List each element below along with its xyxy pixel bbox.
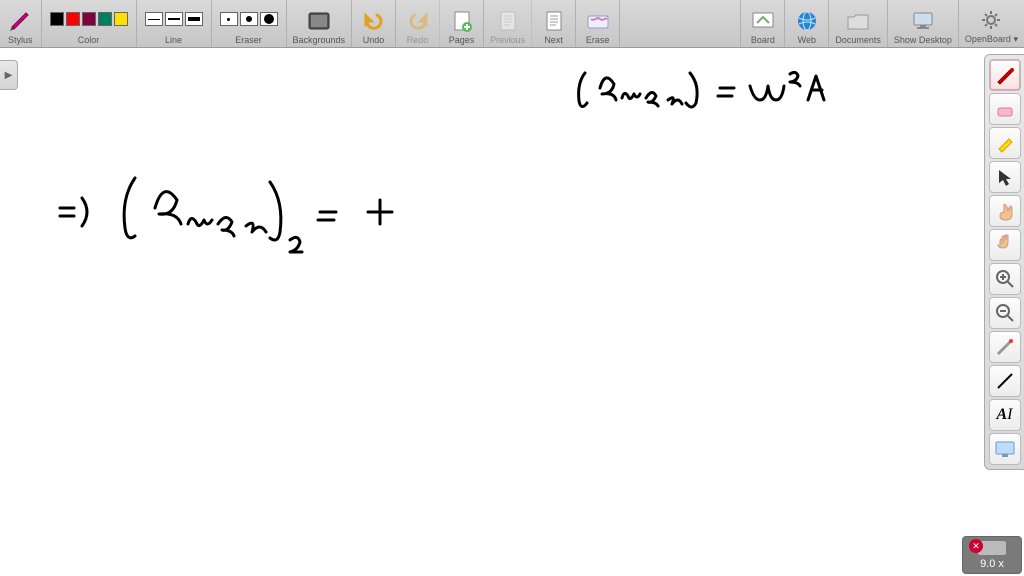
hand-tool-button[interactable] — [989, 229, 1021, 261]
chevron-down-icon: ▾ — [1013, 34, 1018, 44]
laser-tool-button[interactable] — [989, 331, 1021, 363]
line-thick-icon[interactable] — [185, 12, 203, 26]
highlighter-tool-button[interactable] — [989, 127, 1021, 159]
zoom-indicator[interactable]: ✕ 9.0 x — [962, 536, 1022, 574]
capture-tool-button[interactable] — [989, 433, 1021, 465]
hand-icon — [994, 234, 1016, 256]
line-tool-button[interactable] — [989, 365, 1021, 397]
close-icon[interactable]: ✕ — [969, 539, 983, 553]
zoom-value: 9.0 x — [980, 558, 1004, 570]
right-tool-panel: AI — [984, 54, 1024, 470]
backgrounds-button[interactable]: Backgrounds — [287, 0, 353, 47]
documents-button[interactable]: Documents — [829, 0, 888, 47]
zoom-in-icon — [994, 268, 1016, 290]
redo-button[interactable]: Redo — [396, 0, 440, 47]
stylus-label: Stylus — [8, 35, 33, 45]
toolbar-spacer — [620, 0, 741, 47]
next-button[interactable]: Next — [532, 0, 576, 47]
eraser-small-icon[interactable] — [220, 12, 238, 26]
previous-button[interactable]: Previous — [484, 0, 532, 47]
eraser-large-icon[interactable] — [260, 12, 278, 26]
highlighter-icon — [994, 132, 1016, 154]
color-swatch[interactable] — [50, 12, 64, 26]
line-group[interactable]: Line — [137, 0, 212, 47]
board-button[interactable]: Board — [741, 0, 785, 47]
eraser-tool-button[interactable] — [989, 93, 1021, 125]
gear-icon — [979, 8, 1003, 32]
whiteboard-canvas[interactable]: ▶ — [0, 48, 1024, 576]
show-desktop-button[interactable]: Show Desktop — [888, 0, 959, 47]
openboard-menu-button[interactable]: OpenBoard ▾ — [959, 0, 1024, 47]
eraser-tool-icon — [994, 98, 1016, 120]
top-toolbar: Stylus Color Line Eraser Backgrounds Und… — [0, 0, 1024, 48]
web-button[interactable]: Web — [785, 0, 829, 47]
line-med-icon[interactable] — [165, 12, 183, 26]
pen-tool-button[interactable] — [989, 59, 1021, 91]
web-icon — [795, 9, 819, 33]
line-tool-icon — [994, 370, 1016, 392]
color-swatch[interactable] — [114, 12, 128, 26]
erase-button[interactable]: Erase — [576, 0, 620, 47]
erase-icon — [586, 9, 610, 33]
color-group[interactable]: Color — [42, 0, 137, 47]
undo-button[interactable]: Undo — [352, 0, 396, 47]
pages-icon — [450, 9, 474, 33]
stylus-icon — [8, 7, 32, 31]
handwriting-layer — [0, 48, 980, 568]
pointer-tool-button[interactable] — [989, 161, 1021, 193]
color-swatch[interactable] — [82, 12, 96, 26]
backgrounds-icon — [307, 9, 331, 33]
stylus-group[interactable]: Stylus — [0, 0, 42, 47]
desktop-icon — [911, 9, 935, 33]
pages-button[interactable]: Pages — [440, 0, 484, 47]
board-icon — [751, 9, 775, 33]
finger-icon — [994, 200, 1016, 222]
laser-icon — [994, 336, 1016, 358]
next-icon — [542, 9, 566, 33]
line-label: Line — [165, 35, 182, 45]
text-tool-button[interactable]: AI — [989, 399, 1021, 431]
finger-tool-button[interactable] — [989, 195, 1021, 227]
color-label: Color — [78, 35, 100, 45]
eraser-label: Eraser — [235, 35, 262, 45]
zoom-out-icon — [994, 302, 1016, 324]
undo-icon — [362, 9, 386, 33]
documents-icon — [846, 9, 870, 33]
text-icon: AI — [997, 406, 1013, 424]
eraser-size-group[interactable]: Eraser — [212, 0, 287, 47]
previous-icon — [496, 9, 520, 33]
redo-icon — [406, 9, 430, 33]
color-swatch[interactable] — [98, 12, 112, 26]
pen-icon — [994, 64, 1016, 86]
eraser-med-icon[interactable] — [240, 12, 258, 26]
pointer-icon — [995, 167, 1015, 187]
capture-icon — [994, 439, 1016, 459]
color-swatch[interactable] — [66, 12, 80, 26]
zoom-out-button[interactable] — [989, 297, 1021, 329]
zoom-in-button[interactable] — [989, 263, 1021, 295]
line-thin-icon[interactable] — [145, 12, 163, 26]
